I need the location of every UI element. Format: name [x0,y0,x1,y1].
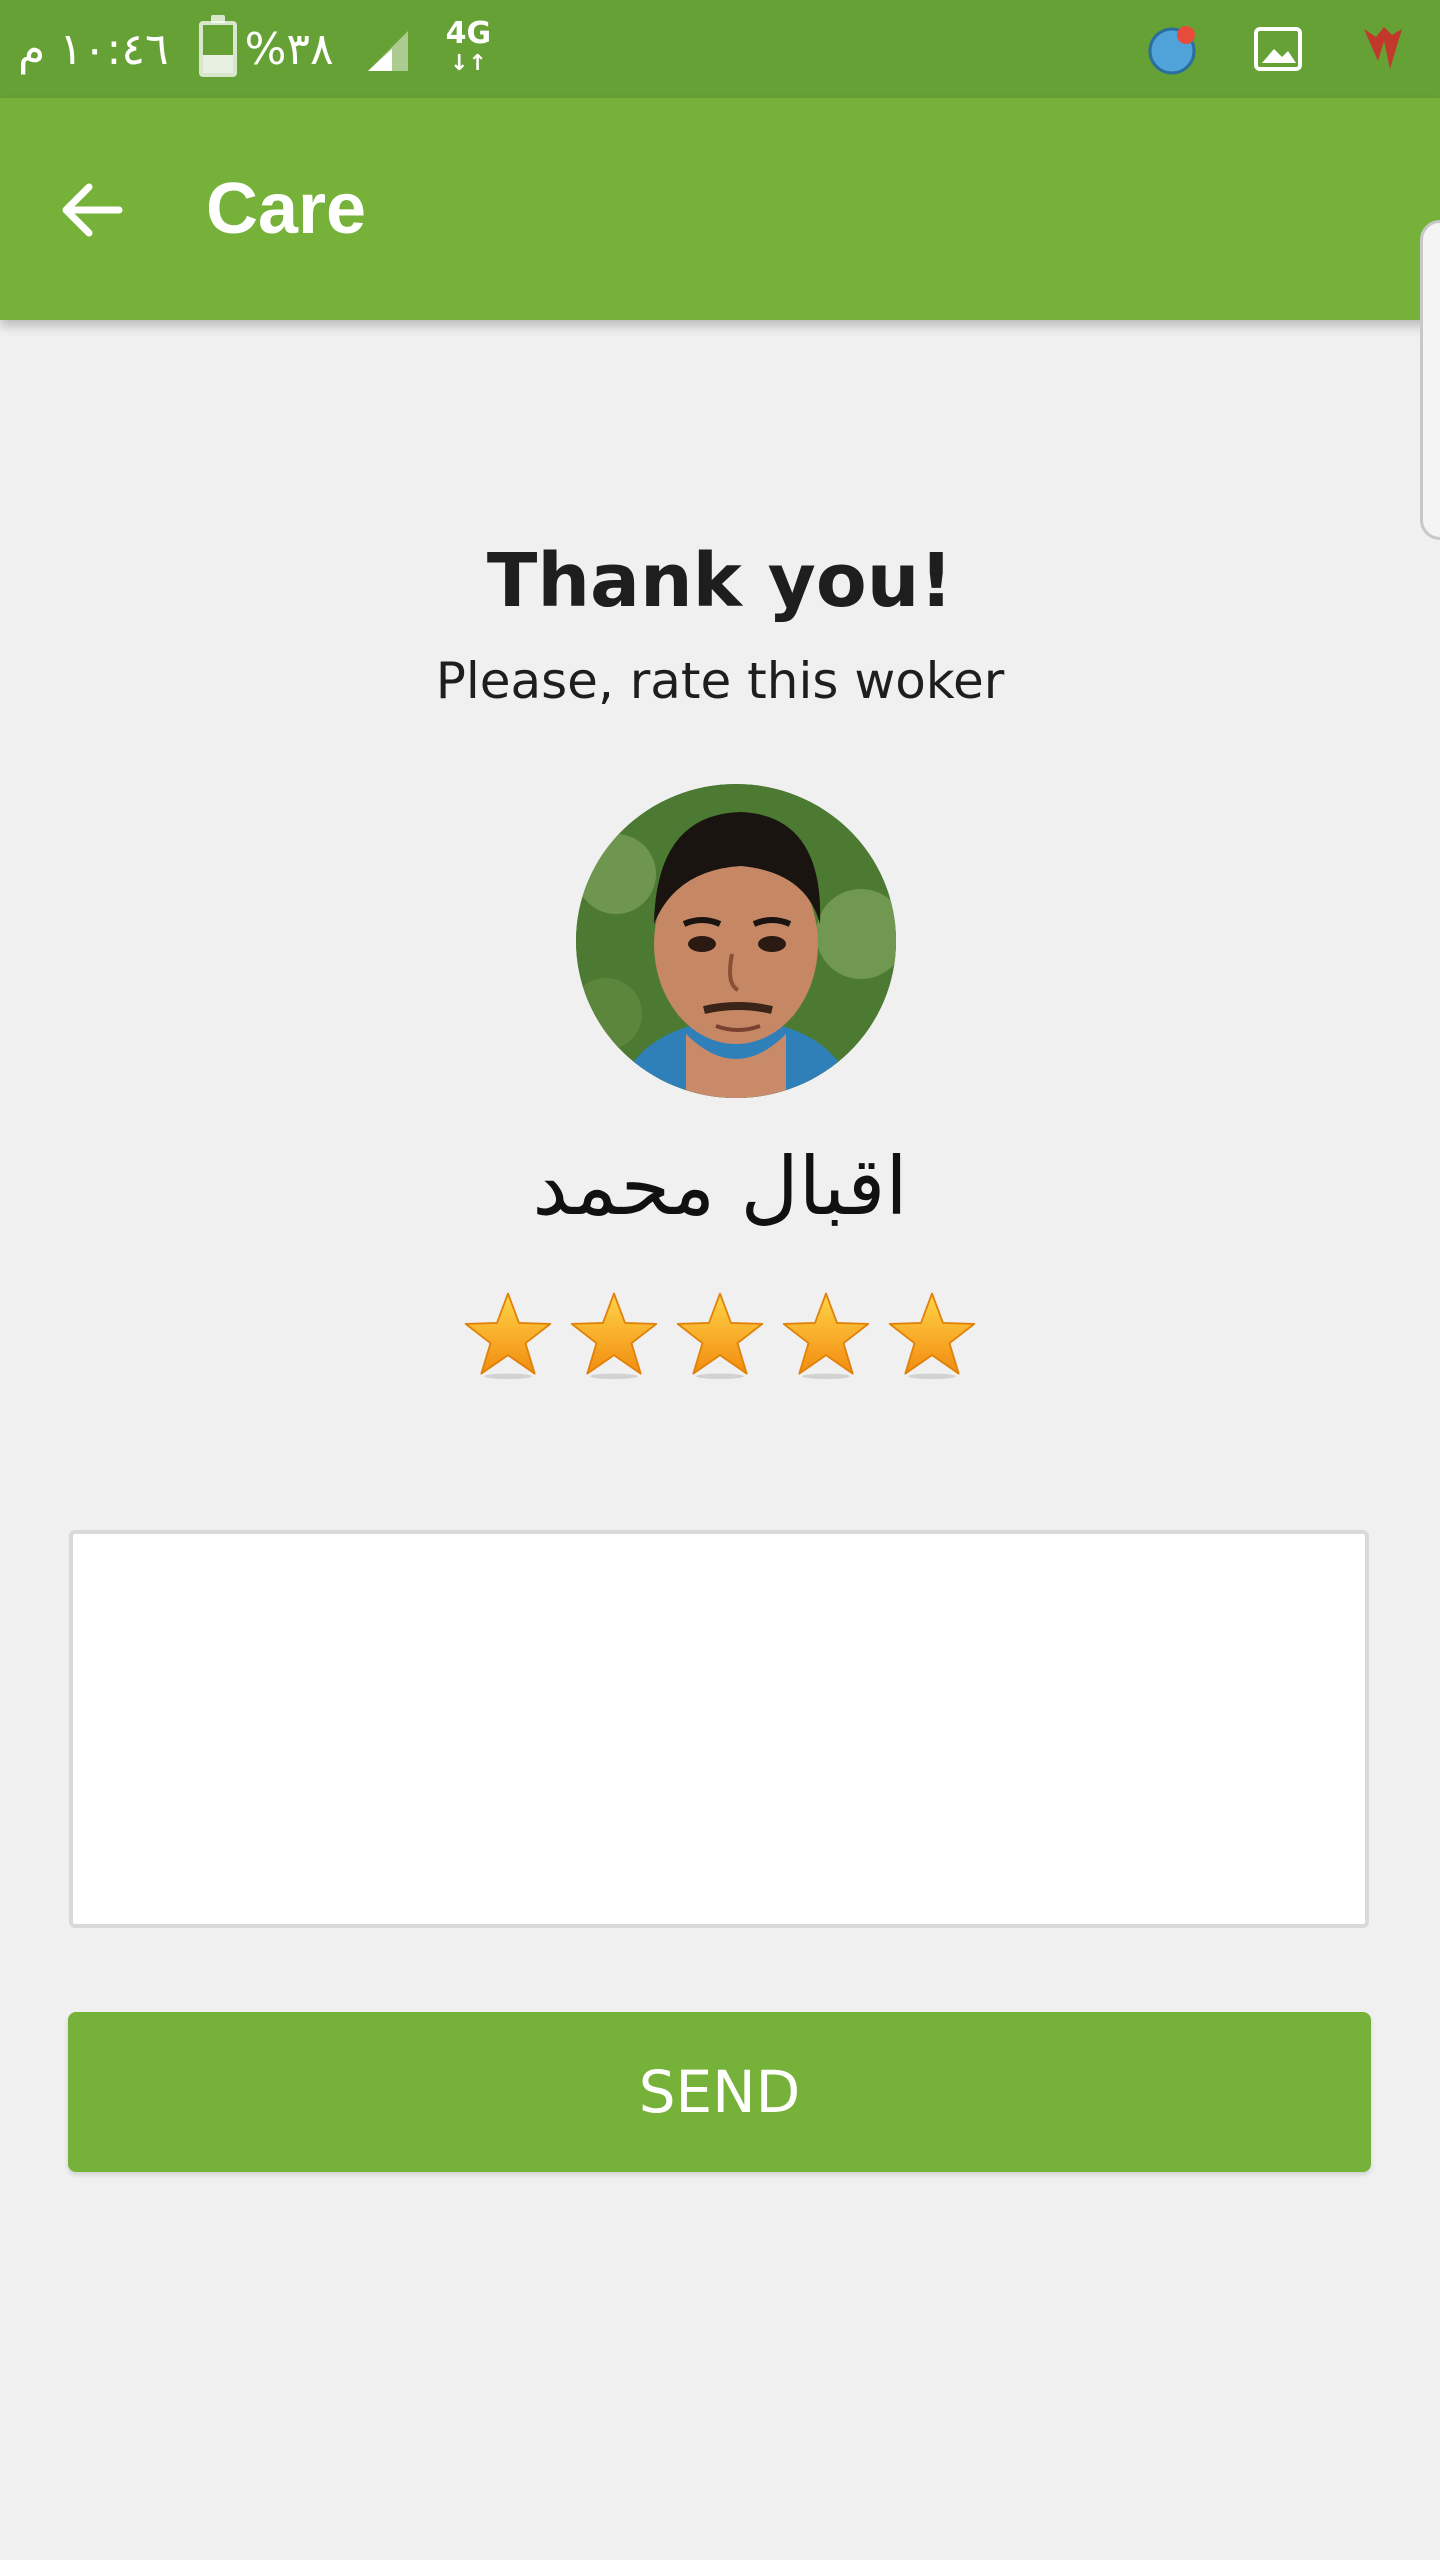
battery-group: %٣٨ [198,15,334,77]
star-rating[interactable] [0,1288,1440,1380]
image-notification-icon [1250,21,1306,77]
battery-fill [202,54,233,73]
app-title: Care [206,169,367,249]
status-right [1146,0,1410,98]
signal-icon [364,23,416,75]
worker-avatar [576,784,896,1098]
network-type: 4G [445,16,492,51]
send-button[interactable]: SEND [68,2012,1371,2172]
rate-worker-subtitle: Please, rate this woker [435,652,1005,710]
back-button[interactable] [40,158,144,262]
thank-you-heading: Thank you! [486,538,954,624]
star-icon[interactable] [674,1288,766,1380]
star-icon[interactable] [568,1288,660,1380]
brand-notification-icon [1354,21,1410,77]
app-bar: Care [0,98,1440,320]
status-time: ١٠:٤٦ م [18,23,169,75]
status-bar: ١٠:٤٦ م %٣٨ 4G ↓↑ [0,0,1440,98]
app-notification-icon [1146,21,1202,77]
edge-panel-handle[interactable] [1420,220,1440,540]
star-icon[interactable] [886,1288,978,1380]
star-icon[interactable] [780,1288,872,1380]
status-left: ١٠:٤٦ م %٣٨ 4G ↓↑ [18,0,491,98]
battery-icon [198,15,237,77]
arrow-left-icon [62,183,123,237]
worker-name: اقبال محمد [532,1140,908,1233]
battery-percent: %٣٨ [244,23,334,75]
comment-input[interactable] [69,1530,1369,1928]
star-icon[interactable] [462,1288,554,1380]
worker-photo [576,784,896,1098]
network-type-icon: 4G ↓↑ [445,16,492,77]
